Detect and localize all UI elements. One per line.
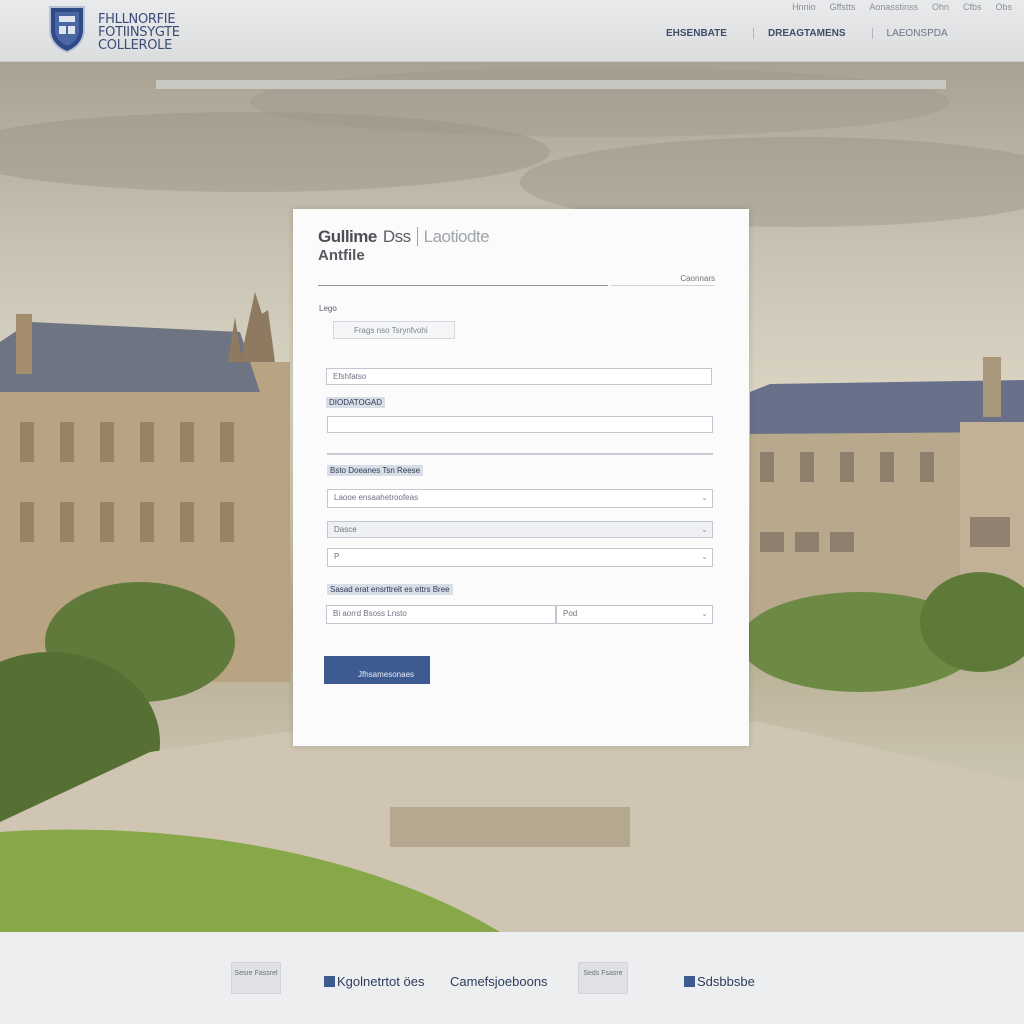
text-input-2[interactable] [327, 416, 713, 433]
square-icon [684, 976, 695, 987]
form-meta-link[interactable]: Caonnars [680, 274, 715, 283]
form-card: Gullime Dss Laotiodte Antfile Caonnars Leg… [293, 209, 749, 746]
site-logo-text[interactable]: FHLLNORFIE FOTIINSYGTE COLLEROLE [98, 13, 180, 52]
site-footer: Sesre Fassrel Kgolnetrtot öes Camefsjoeb… [0, 932, 1024, 1024]
select-input-3-value: P [334, 552, 340, 561]
crest-logo-icon[interactable] [47, 4, 87, 54]
chevron-down-icon: ⌄ [701, 525, 708, 534]
footer-badge-2[interactable]: Seds Fsasre [578, 962, 628, 994]
nav-item[interactable]: EHSENBATE [666, 28, 739, 39]
logo-line-3: COLLEROLE [98, 38, 173, 53]
square-icon [324, 976, 335, 987]
submit-button[interactable]: Jfhsamesonaes [324, 656, 430, 684]
select-input-2[interactable]: Dasce ⌄ [327, 521, 713, 538]
utility-links: Hnnio Gffstts Aonasstinss Ohn Cfbs Obs [792, 2, 1012, 12]
footer-link-1-label: Kgolnetrtot öes [337, 974, 425, 989]
top-link[interactable]: Cfbs [963, 2, 982, 12]
field-label-3: Bsto Doeanes Tsn Reese [327, 465, 424, 476]
footer-badge-1[interactable]: Sesre Fassrel [231, 962, 281, 994]
field-label-4: Sasad erat ensrttrelt es ettrs Bree [327, 584, 453, 595]
select-input-7b-value: Pod [563, 609, 578, 618]
field-underline [327, 453, 713, 455]
select-input-1[interactable]: Laooe ensaahetroofeas ⌄ [327, 489, 713, 508]
select-input-7b[interactable]: Pod ⌄ [556, 605, 713, 624]
text-input-7a[interactable]: Bi aorrd Bsoss Lnsto [326, 605, 556, 624]
top-link[interactable]: Ohn [932, 2, 949, 12]
title-divider [318, 285, 608, 286]
text-input-1-value: Efshfatso [333, 372, 367, 381]
form-subtitle: Antfile [318, 247, 365, 264]
form-title-faint: Laotiodte [416, 227, 490, 246]
top-link[interactable]: Gffstts [830, 2, 856, 12]
select-input-2-value: Dasce [334, 525, 357, 534]
field-label-2: DIODATOGAD [326, 397, 386, 408]
nav-item[interactable]: DREAGTAMENS [752, 28, 858, 39]
chevron-down-icon: ⌄ [701, 493, 708, 502]
top-link[interactable]: Hnnio [792, 2, 816, 12]
hero-banner-strip [156, 80, 946, 89]
text-input-7a-value: Bi aorrd Bsoss Lnsto [333, 609, 407, 618]
form-title-thin: Dss [382, 227, 411, 246]
small-select-box[interactable]: Frags nso Tsrynfvohi [333, 321, 455, 339]
form-title-bold: Gullime [318, 227, 377, 246]
field-label-top: Lego [319, 304, 337, 313]
footer-link-3[interactable]: Sdsbbsbe [684, 974, 755, 989]
text-input-1[interactable]: Efshfatso [326, 368, 712, 385]
select-input-1-value: Laooe ensaahetroofeas [334, 493, 419, 502]
select-input-3[interactable]: P ⌄ [327, 548, 713, 567]
main-nav: EHSENBATE DREAGTAMENS LAEONSPDA [666, 28, 974, 39]
top-link[interactable]: Obs [995, 2, 1012, 12]
site-header: FHLLNORFIE FOTIINSYGTE COLLEROLE Hnnio G… [0, 0, 1024, 62]
footer-link-1[interactable]: Kgolnetrtot öes [324, 974, 424, 989]
nav-item[interactable]: LAEONSPDA [871, 28, 960, 39]
footer-link-2[interactable]: Camefsjoeboons [450, 974, 548, 989]
form-title: Gullime Dss Laotiodte [318, 227, 490, 247]
title-divider-light [611, 285, 715, 286]
top-link[interactable]: Aonasstinss [869, 2, 918, 12]
chevron-down-icon: ⌄ [701, 552, 708, 561]
chevron-down-icon: ⌄ [701, 609, 708, 618]
footer-link-3-label: Sdsbbsbe [697, 974, 755, 989]
